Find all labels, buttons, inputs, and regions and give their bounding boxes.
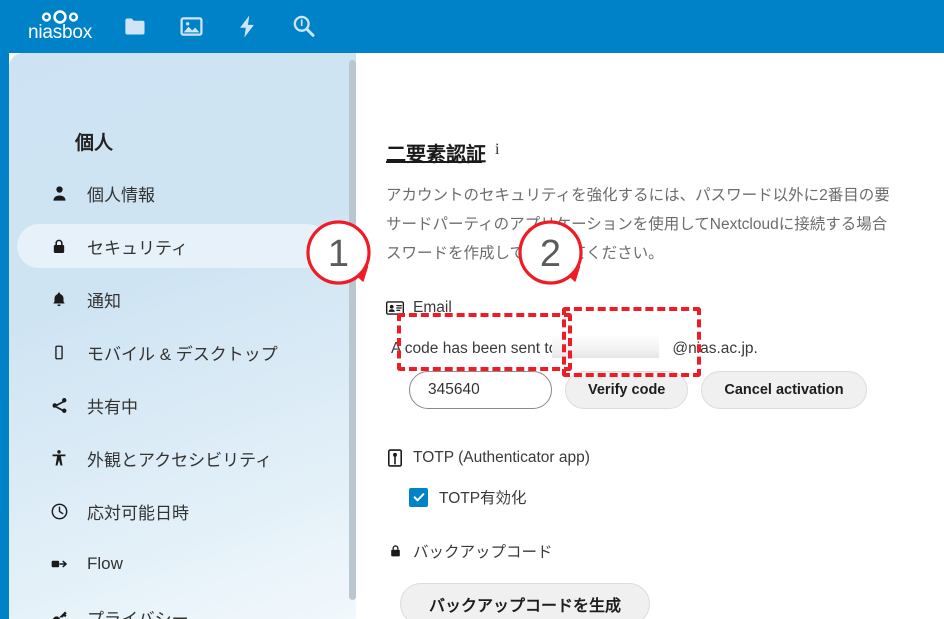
totp-enable-row[interactable]: TOTP有効化	[409, 486, 527, 508]
sidebar-title: 個人	[75, 133, 114, 154]
flow-icon	[48, 553, 70, 575]
left-accent-strip	[0, 53, 9, 619]
sidebar-scrollbar[interactable]	[349, 60, 356, 600]
header-app-icons	[122, 0, 317, 53]
settings-sidebar: 個人 個人情報 セキュリティ 通知 モバイル & デスクトップ 共有中 外観とア…	[9, 53, 356, 619]
totp-section-header: TOTP (Authenticator app)	[386, 449, 590, 467]
share-icon	[48, 394, 70, 416]
section-description: アカウントのセキュリティを強化するには、パスワード以外に2番目の要 サードパーテ…	[386, 187, 890, 262]
backup-codes-section-header: バックアップコード	[386, 540, 553, 562]
verification-code-input[interactable]	[409, 371, 552, 409]
redacted-email-address	[552, 336, 659, 358]
cancel-activation-button[interactable]: Cancel activation	[701, 371, 867, 409]
verify-code-button[interactable]: Verify code	[565, 371, 689, 409]
photos-icon[interactable]	[178, 13, 205, 40]
app-logo[interactable]: niasbox	[14, 2, 106, 50]
lock-icon	[386, 542, 404, 560]
info-icon[interactable]: i	[495, 141, 499, 159]
files-icon[interactable]	[122, 13, 149, 40]
email-verify-controls: Verify code Cancel activation	[409, 371, 867, 409]
sidebar-item-appearance-accessibility[interactable]: 外観とアクセシビリティ	[17, 436, 329, 480]
clock-icon	[48, 500, 70, 522]
sidebar-nav-list: 個人情報 セキュリティ 通知 モバイル & デスクトップ 共有中 外観とアクセシ…	[9, 171, 356, 619]
sidebar-item-label: 外観とアクセシビリティ	[87, 450, 273, 470]
sidebar-item-label: 個人情報	[87, 185, 155, 205]
sidebar-item-label: セキュリティ	[87, 238, 188, 258]
sidebar-item-label: 通知	[87, 291, 121, 311]
sidebar-item-personal-info[interactable]: 個人情報	[17, 171, 329, 215]
totp-icon	[386, 449, 404, 467]
app-window: niasbox 個人 個人情報 セキュリティ 通知 モバイル & デスクトップ …	[0, 0, 944, 619]
person-icon	[48, 182, 70, 204]
bell-icon	[48, 288, 70, 310]
backup-codes-section-label: バックアップコード	[413, 544, 553, 561]
sidebar-item-security[interactable]: セキュリティ	[17, 224, 329, 268]
code-sent-suffix: @nias.ac.jp.	[672, 340, 758, 357]
sidebar-item-label: Flow	[87, 554, 123, 573]
lock-icon	[48, 235, 70, 257]
accessibility-icon	[48, 447, 70, 469]
code-sent-prefix: A code has been sent to	[391, 340, 558, 357]
generate-backup-codes-button[interactable]: バックアップコードを生成	[400, 583, 651, 619]
sidebar-item-notifications[interactable]: 通知	[17, 277, 329, 321]
backup-codes-actions: バックアップコードを生成	[400, 583, 651, 619]
sidebar-item-availability[interactable]: 応対可能日時	[17, 489, 329, 533]
app-logo-text: niasbox	[27, 21, 93, 43]
sidebar-item-sharing[interactable]: 共有中	[17, 383, 329, 427]
mobile-icon	[48, 341, 70, 363]
activity-icon[interactable]	[234, 13, 261, 40]
top-header-bar: niasbox	[0, 0, 944, 53]
email-section-label: Email	[413, 299, 452, 316]
sidebar-item-label: 共有中	[87, 397, 138, 417]
sidebar-item-label: プライバシー	[87, 609, 189, 619]
sidebar-item-mobile-desktop[interactable]: モバイル & デスクトップ	[17, 330, 329, 374]
email-section-header: Email	[386, 299, 452, 317]
sidebar-item-privacy[interactable]: プライバシー	[17, 595, 329, 619]
settings-content-panel: 二要素認証 i アカウントのセキュリティを強化するには、パスワード以外に2番目の…	[359, 53, 944, 619]
sidebar-item-flow[interactable]: Flow	[17, 542, 329, 586]
search-icon[interactable]	[290, 13, 317, 40]
contact-card-icon	[386, 299, 404, 317]
sidebar-item-label: 応対可能日時	[87, 503, 189, 523]
sidebar-item-label: モバイル & デスクトップ	[87, 344, 278, 364]
page-title-underline	[386, 161, 482, 163]
totp-enable-label: TOTP有効化	[439, 490, 527, 507]
key-icon	[48, 606, 70, 619]
totp-enable-checkbox[interactable]	[409, 487, 428, 507]
totp-section-label: TOTP (Authenticator app)	[413, 449, 590, 466]
